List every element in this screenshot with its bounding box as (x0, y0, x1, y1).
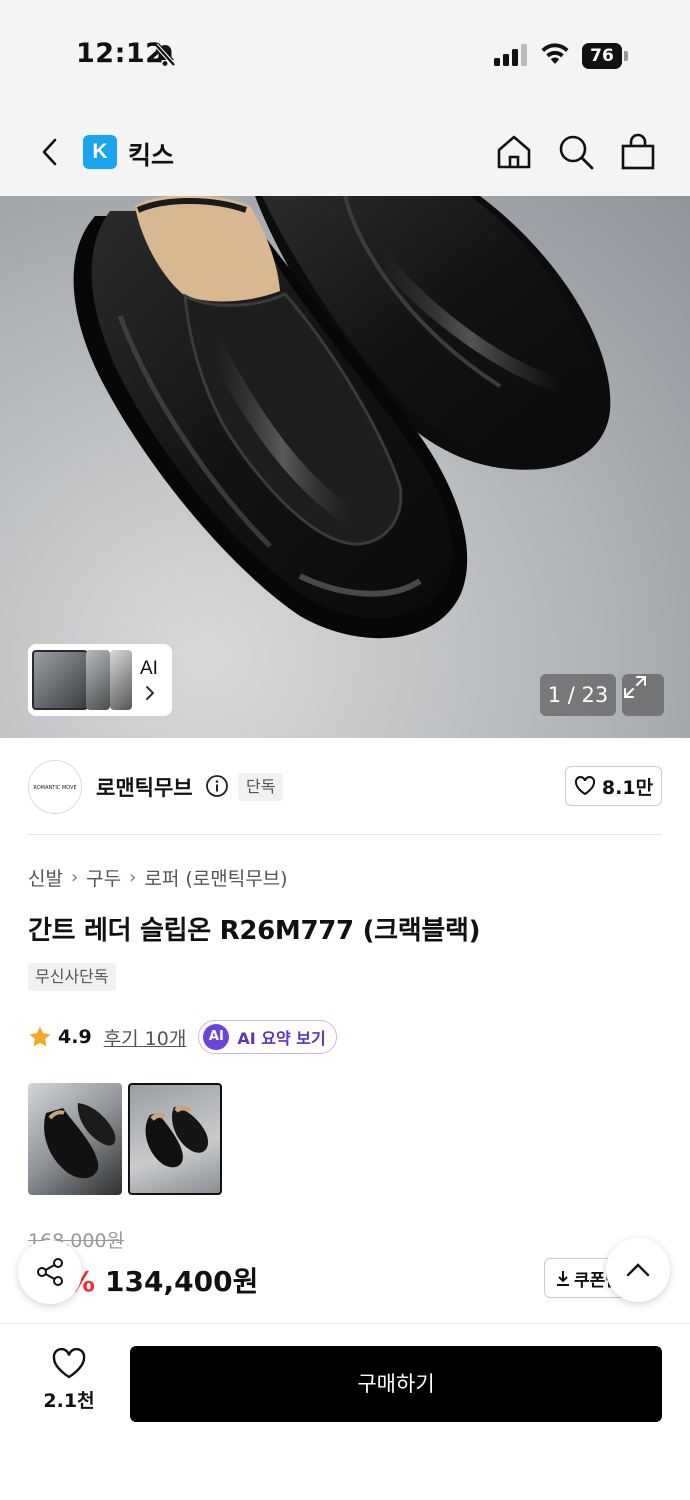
breadcrumb: 신발 › 구두 › 로퍼 (로맨틱무브) (28, 864, 288, 891)
ai-summary-label: AI 요약 보기 (237, 1029, 326, 1048)
signal-icon (494, 44, 528, 70)
store-name[interactable]: 킥스 (128, 136, 174, 172)
ai-summary-button[interactable]: AI AI 요약 보기 (198, 1020, 337, 1054)
exclusive-badge: 단독 (238, 773, 284, 801)
variant-thumbnail[interactable] (28, 1083, 122, 1195)
product-image-gallery[interactable]: AI 1 / 23 (0, 196, 690, 738)
wishlist-count: 2.1천 (43, 1390, 95, 1412)
variant-thumbnail-selected[interactable] (128, 1083, 222, 1195)
heart-icon (52, 1347, 86, 1379)
expand-icon (624, 676, 646, 698)
status-bar: 12:12 76 (0, 0, 690, 110)
wishlist-button[interactable]: 2.1천 (30, 1347, 108, 1413)
chevron-right-icon: › (129, 867, 137, 888)
cart-button[interactable] (616, 130, 660, 174)
variant-image (145, 1105, 209, 1168)
scroll-top-button[interactable] (606, 1238, 670, 1302)
brand-like-button[interactable]: 8.1만 (565, 766, 662, 806)
battery-icon: 76 (582, 43, 628, 69)
bell-slash-icon (152, 42, 178, 72)
search-icon (559, 135, 594, 170)
chevron-up-icon (626, 1263, 650, 1277)
divider (28, 834, 662, 835)
image-counter: 1 / 23 (540, 674, 616, 716)
wifi-icon (540, 42, 570, 70)
search-button[interactable] (554, 130, 598, 174)
brand-like-count: 8.1만 (601, 776, 654, 799)
breadcrumb-item[interactable]: 구두 (86, 864, 121, 891)
expand-button[interactable] (622, 674, 664, 716)
download-icon (557, 1271, 569, 1286)
rating-row: 4.9 후기 10개 AI AI 요약 보기 (28, 1020, 337, 1054)
home-icon (497, 135, 531, 169)
buy-button[interactable]: 구매하기 (130, 1346, 662, 1422)
ai-badge-icon: AI (203, 1024, 230, 1050)
store-logo[interactable]: K (83, 135, 117, 169)
bag-icon (621, 133, 655, 170)
app-header: K 킥스 (0, 110, 690, 196)
share-icon (37, 1258, 63, 1286)
breadcrumb-item[interactable]: 로퍼 (로맨틱무브) (144, 864, 287, 891)
back-icon (42, 138, 57, 166)
breadcrumb-item[interactable]: 신발 (28, 864, 63, 891)
exclusive-tag: 무신사단독 (28, 963, 116, 991)
bottom-action-bar: 2.1천 구매하기 (0, 1323, 690, 1500)
brand-row: ROMANTIC MOVE 로맨틱무브 단독 8.1만 (0, 738, 690, 834)
ai-thumbnail-label: AI (140, 658, 158, 679)
thumbnail-preview-card[interactable]: AI (28, 644, 172, 716)
rating-value: 4.9 (58, 1026, 92, 1048)
review-link[interactable]: 후기 10개 (104, 1024, 187, 1051)
brand-name[interactable]: 로맨틱무브 (96, 772, 193, 802)
home-button[interactable] (492, 130, 536, 174)
chevron-right-icon: › (70, 867, 79, 888)
product-title: 간트 레더 슬립온 R26M777 (크랙블랙) (28, 916, 481, 946)
info-icon[interactable] (205, 774, 229, 802)
sale-price: 134,400원 (105, 1265, 259, 1298)
thumbnail-image (86, 650, 110, 710)
battery-level: 76 (582, 43, 622, 69)
brand-logo[interactable]: ROMANTIC MOVE (28, 760, 82, 814)
star-icon (29, 1026, 51, 1047)
heart-icon (574, 776, 595, 796)
thumbnail-image (32, 650, 88, 710)
thumbnail-image (110, 650, 132, 710)
back-button[interactable] (30, 132, 70, 172)
share-button[interactable] (18, 1240, 82, 1304)
variant-image (44, 1103, 116, 1179)
